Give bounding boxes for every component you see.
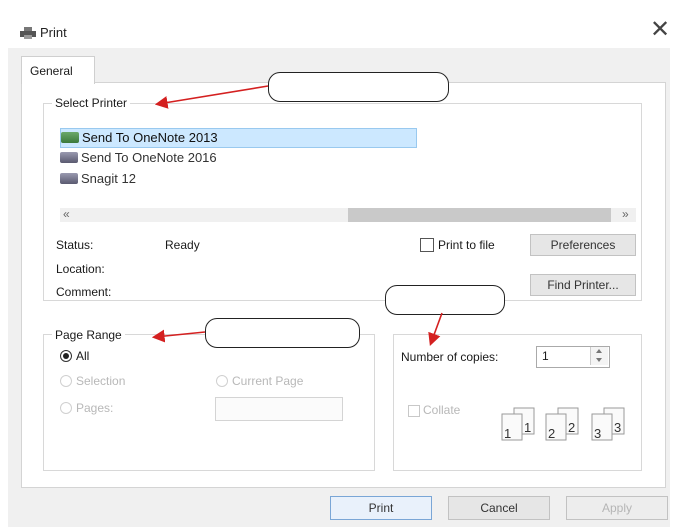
scroll-right-icon[interactable]: » (622, 207, 629, 221)
collate-number: 3 (614, 420, 621, 435)
printer-item-snagit-12[interactable]: Snagit 12 (60, 170, 136, 188)
copies-value: 1 (542, 349, 549, 363)
comment-label: Comment: (56, 285, 112, 299)
selection-label: Selection (76, 374, 126, 388)
preferences-button[interactable]: Preferences (530, 234, 636, 256)
title-bar (0, 0, 678, 46)
printer-item-onenote-2013[interactable]: Send To OneNote 2013 (60, 128, 417, 148)
location-label: Location: (56, 262, 105, 276)
print-to-file-label: Print to file (438, 238, 495, 252)
copies-label: Number of copies: (401, 350, 499, 364)
status-label: Status: (56, 238, 94, 252)
scrollbar-thumb[interactable] (348, 208, 611, 222)
printer-name: Send To OneNote 2013 (82, 130, 218, 145)
page-range-label: Page Range (52, 328, 125, 342)
collate-number: 1 (524, 420, 531, 435)
collate-number: 1 (504, 426, 511, 441)
pages-radio[interactable] (60, 402, 72, 414)
callout-box-select-printer (268, 72, 449, 102)
collate-checkbox[interactable] (408, 405, 420, 417)
scroll-left-icon[interactable]: « (63, 207, 70, 221)
apply-button[interactable]: Apply (566, 496, 668, 520)
close-icon[interactable]: ✕ (650, 18, 670, 42)
current-page-radio[interactable] (216, 375, 228, 387)
collate-pages-icon: 1 1 2 2 3 3 (501, 407, 625, 441)
window-title: Print (40, 25, 67, 40)
printer-icon (61, 132, 79, 143)
collate-number: 2 (568, 420, 575, 435)
status-value: Ready (165, 238, 200, 252)
print-to-file-checkbox[interactable] (420, 238, 434, 252)
printer-item-onenote-2016[interactable]: Send To OneNote 2016 (60, 149, 217, 167)
pages-input[interactable] (215, 397, 343, 421)
chevron-up-icon[interactable] (596, 349, 602, 353)
printer-name: Send To OneNote 2016 (81, 150, 217, 165)
pages-label: Pages: (76, 401, 114, 415)
stepper-buttons[interactable] (590, 347, 608, 365)
tab-general-label: General (30, 64, 73, 78)
printer-name: Snagit 12 (81, 171, 136, 186)
selection-radio[interactable] (60, 375, 72, 387)
tab-general[interactable]: General (21, 56, 95, 84)
collate-label: Collate (423, 403, 461, 417)
collate-number: 2 (548, 426, 555, 441)
all-radio[interactable] (60, 350, 72, 362)
current-page-label: Current Page (232, 374, 304, 388)
chevron-down-icon[interactable] (596, 358, 602, 362)
callout-box-page-range (205, 318, 360, 348)
printer-icon (20, 27, 36, 39)
printer-icon (60, 173, 78, 184)
select-printer-label: Select Printer (52, 96, 131, 110)
find-printer-button[interactable]: Find Printer... (530, 274, 636, 296)
callout-box-copies (385, 285, 505, 315)
all-label: All (76, 349, 90, 363)
printer-list[interactable]: Send To OneNote 2013 Send To OneNote 201… (60, 120, 460, 200)
print-button[interactable]: Print (330, 496, 432, 520)
cancel-button[interactable]: Cancel (448, 496, 550, 520)
collate-number: 3 (594, 426, 601, 441)
printer-icon (60, 152, 78, 163)
